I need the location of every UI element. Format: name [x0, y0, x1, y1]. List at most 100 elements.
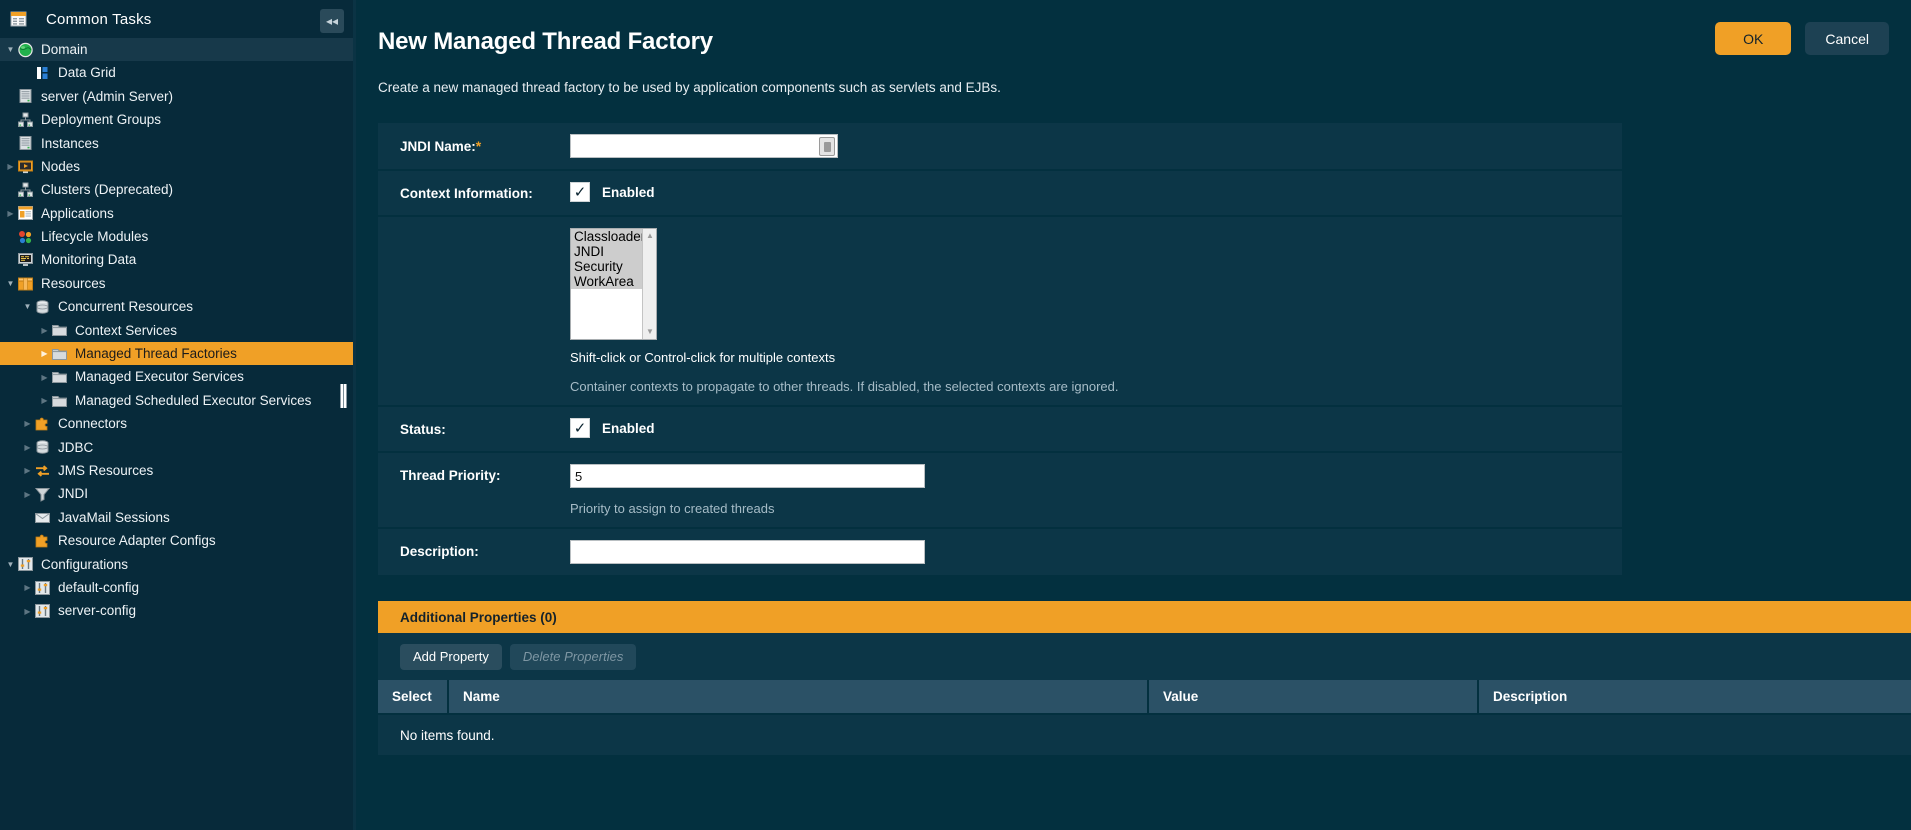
contexts-value-cell: ClassloaderJNDISecurityWorkArea ▲ ▼ Shif… — [570, 217, 1622, 405]
sidebar-item-nodes[interactable]: ▶ Nodes — [0, 155, 353, 178]
sidebar-item-concurrent-resources[interactable]: ▼ Concurrent Resources — [0, 295, 353, 318]
delete-properties-button: Delete Properties — [510, 644, 636, 670]
sidebar-item-deployment-groups[interactable]: Deployment Groups — [0, 108, 353, 131]
sidebar-item-label: Clusters (Deprecated) — [41, 183, 173, 197]
main-content: New Managed Thread Factory Create a new … — [356, 0, 1911, 830]
status-checkbox[interactable]: ✓ — [570, 418, 590, 438]
twisty-collapsed-icon[interactable]: ▶ — [21, 443, 34, 452]
twisty-collapsed-icon[interactable]: ▶ — [21, 490, 34, 499]
scroll-down-arrow-icon[interactable]: ▼ — [645, 327, 655, 337]
add-property-button[interactable]: Add Property — [400, 644, 502, 670]
twisty-collapsed-icon[interactable]: ▶ — [38, 373, 51, 382]
twisty-collapsed-icon[interactable]: ▶ — [21, 419, 34, 428]
sidebar-item-lifecycle-modules[interactable]: Lifecycle Modules — [0, 225, 353, 248]
sidebar-item-default-config[interactable]: ▶default-config — [0, 576, 353, 599]
form-panel: JNDI Name:* Context Information: ✓ Enabl… — [378, 123, 1622, 577]
sidebar-item-resource-adapter-configs[interactable]: Resource Adapter Configs — [0, 529, 353, 552]
common-tasks-header[interactable]: Common Tasks — [0, 0, 353, 38]
column-header-select[interactable]: Select — [378, 680, 448, 714]
node-icon — [17, 159, 34, 175]
jndi-lookup-icon[interactable] — [819, 137, 835, 156]
context-information-checkbox[interactable]: ✓ — [570, 182, 590, 202]
status-value-cell: ✓ Enabled — [570, 407, 1622, 449]
twisty-expanded-icon[interactable]: ▼ — [4, 560, 17, 569]
twisty-collapsed-icon[interactable]: ▶ — [21, 607, 34, 616]
jndi-name-input[interactable] — [570, 134, 838, 158]
twisty-collapsed-icon[interactable]: ▶ — [38, 396, 51, 405]
contexts-help: Container contexts to propagate to other… — [570, 379, 1622, 394]
twisty-expanded-icon[interactable]: ▼ — [4, 279, 17, 288]
sidebar-item-monitoring-data[interactable]: Monitoring Data — [0, 249, 353, 272]
sidebar-item-applications[interactable]: ▶Applications — [0, 202, 353, 225]
sidebar-item-javamail-sessions[interactable]: JavaMail Sessions — [0, 506, 353, 529]
twisty-collapsed-icon[interactable]: ▶ — [4, 209, 17, 218]
thread-priority-input[interactable] — [570, 464, 925, 488]
twisty-expanded-icon[interactable]: ▼ — [21, 302, 34, 311]
sidebar-item-managed-thread-factories[interactable]: ▶Managed Thread Factories — [0, 342, 353, 365]
sidebar-item-server-config[interactable]: ▶server-config — [0, 599, 353, 622]
context-option[interactable]: WorkArea — [571, 274, 642, 289]
folder-icon — [51, 369, 68, 385]
description-input[interactable] — [570, 540, 925, 564]
sidebar-item-connectors[interactable]: ▶Connectors — [0, 412, 353, 435]
context-option[interactable]: Security — [571, 259, 642, 274]
sidebar-item-managed-scheduled-executor-services[interactable]: ▶ Managed Scheduled Executor Services — [0, 389, 353, 412]
scroll-up-arrow-icon[interactable]: ▲ — [645, 231, 655, 241]
sidebar-item-label: Concurrent Resources — [58, 300, 193, 314]
jndi-input-wrapper — [570, 134, 838, 158]
twisty-collapsed-icon[interactable]: ▶ — [4, 162, 17, 171]
globe-icon — [17, 42, 34, 58]
twisty-collapsed-icon[interactable]: ▶ — [21, 466, 34, 475]
grid-icon — [34, 65, 51, 81]
sidebar-item-context-services[interactable]: ▶Context Services — [0, 319, 353, 342]
twisty-expanded-icon[interactable]: ▼ — [4, 45, 17, 54]
folder-icon — [51, 393, 68, 409]
form-row-description: Description: — [378, 529, 1622, 577]
sidebar-item-configurations[interactable]: ▼Configurations — [0, 553, 353, 576]
context-information-checkbox-label: Enabled — [602, 185, 655, 200]
cancel-button[interactable]: Cancel — [1805, 22, 1889, 55]
lifecycle-icon — [17, 229, 34, 245]
jndi-name-label-text: JNDI Name: — [400, 139, 476, 154]
column-header-description[interactable]: Description — [1478, 680, 1911, 714]
sidebar-item-jms-resources[interactable]: ▶JMS Resources — [0, 459, 353, 482]
twisty-collapsed-icon[interactable]: ▶ — [21, 583, 34, 592]
thread-priority-help: Priority to assign to created threads — [570, 501, 1622, 516]
jndi-name-value-cell — [570, 123, 1622, 169]
sidebar: Common Tasks ◂◂ ▼Domain Data Grid server… — [0, 0, 356, 830]
column-header-value[interactable]: Value — [1148, 680, 1478, 714]
sidebar-item-jdbc[interactable]: ▶ JDBC — [0, 436, 353, 459]
sidebar-item-jndi[interactable]: ▶JNDI — [0, 482, 353, 505]
contexts-listbox-scrollbar[interactable]: ▲ ▼ — [642, 229, 656, 339]
contexts-listbox[interactable]: ClassloaderJNDISecurityWorkArea ▲ ▼ — [570, 228, 657, 340]
sidebar-item-data-grid[interactable]: Data Grid — [0, 61, 353, 84]
sidebar-item-label: JDBC — [58, 441, 93, 455]
sidebar-item-domain[interactable]: ▼Domain — [0, 38, 353, 61]
context-option[interactable]: JNDI — [571, 244, 642, 259]
common-tasks-label: Common Tasks — [46, 11, 152, 28]
sidebar-item-server-admin-server[interactable]: server (Admin Server) — [0, 85, 353, 108]
form-row-context-information: Context Information: ✓ Enabled — [378, 171, 1622, 217]
contexts-hint: Shift-click or Control-click for multipl… — [570, 350, 1622, 365]
sidebar-item-clusters-deprecated[interactable]: Clusters (Deprecated) — [0, 178, 353, 201]
sidebar-scrollbar-track[interactable] — [343, 0, 350, 830]
twisty-spacer — [4, 232, 17, 241]
twisty-collapsed-icon[interactable]: ▶ — [38, 326, 51, 335]
sidebar-item-instances[interactable]: Instances — [0, 132, 353, 155]
sidebar-item-managed-executor-services[interactable]: ▶Managed Executor Services — [0, 365, 353, 388]
sidebar-item-label: Nodes — [41, 160, 80, 174]
twisty-collapsed-icon[interactable]: ▶ — [38, 349, 51, 358]
context-option[interactable]: Classloader — [571, 229, 642, 244]
sliders-icon — [17, 556, 34, 572]
sidebar-item-resources[interactable]: ▼Resources — [0, 272, 353, 295]
sidebar-scrollbar-thumb[interactable] — [340, 384, 347, 408]
ok-button[interactable]: OK — [1715, 22, 1791, 55]
context-information-checkbox-line: ✓ Enabled — [570, 182, 1622, 202]
form-row-status: Status: ✓ Enabled — [378, 407, 1622, 453]
sidebar-item-label: server (Admin Server) — [41, 90, 173, 104]
mail-icon — [34, 510, 51, 526]
sidebar-item-label: Managed Scheduled Executor Services — [75, 394, 311, 408]
page-subtitle: Create a new managed thread factory to b… — [378, 80, 1911, 95]
column-header-name[interactable]: Name — [448, 680, 1148, 714]
collapse-sidebar-button[interactable]: ◂◂ — [320, 9, 344, 33]
